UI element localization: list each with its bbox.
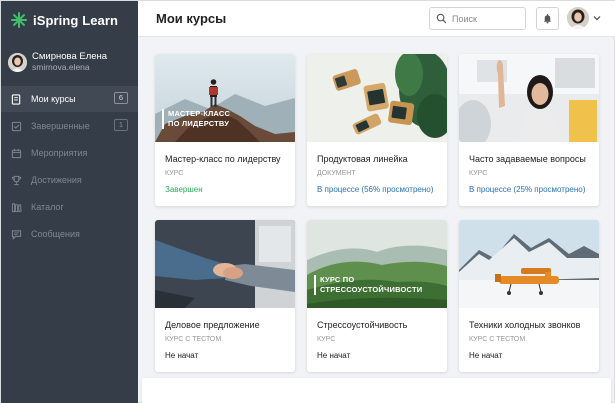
book-icon — [11, 93, 22, 105]
top-header: Мои курсы — [138, 1, 615, 37]
course-status: Не начат — [317, 351, 351, 360]
course-type: Курс — [165, 170, 184, 177]
course-cover-business-proposal — [155, 220, 295, 308]
course-title: Продуктовая линейка — [317, 154, 408, 164]
notifications-button[interactable] — [536, 7, 559, 30]
course-type: Курс с тестом — [165, 336, 222, 343]
sidebar-item-my-courses[interactable]: Мои курсы 6 — [1, 86, 138, 112]
avatar — [567, 7, 589, 29]
course-status: Завершен — [165, 185, 203, 194]
course-card[interactable]: Деловое предложение Курс с тестом Не нач… — [155, 220, 295, 372]
course-card[interactable]: Часто задаваемые вопросы Курс В процессе… — [459, 54, 599, 206]
chevron-down-icon — [593, 16, 601, 21]
course-type: Курс с тестом — [469, 336, 526, 343]
search-icon — [436, 13, 447, 24]
sidebar-item-achievements[interactable]: Достижения — [1, 167, 138, 193]
course-status: Не начат — [165, 351, 199, 360]
cover-caption: Курс по стрессоустойчивости — [314, 275, 424, 295]
sidebar-item-label: Мои курсы — [31, 94, 76, 104]
course-title: Деловое предложение — [165, 320, 260, 330]
course-cover-leadership: Мастер-класс по лидерству — [155, 54, 295, 142]
sidebar-item-label: Достижения — [31, 175, 82, 185]
checklist-icon — [11, 121, 22, 132]
course-card[interactable]: Продуктовая линейка Документ В процессе … — [307, 54, 447, 206]
user-name: Смирнова Елена — [32, 51, 108, 62]
profile-menu[interactable] — [567, 7, 601, 29]
search-box[interactable] — [429, 7, 526, 30]
course-type: Курс — [469, 170, 488, 177]
sidebar-item-label: Сообщения — [31, 229, 80, 239]
course-card[interactable]: Техники холодных звонков Курс с тестом Н… — [459, 220, 599, 372]
trophy-icon — [11, 175, 22, 186]
count-badge: 1 — [114, 119, 128, 131]
course-status: В процессе (25% просмотрено) — [469, 185, 586, 194]
user-profile[interactable]: Смирнова Елена smirnova.elena — [8, 51, 107, 73]
course-grid: Мастер-класс по лидерству Мастер-класс п… — [138, 38, 615, 403]
sidebar-item-completed[interactable]: Завершенные 1 — [1, 113, 138, 139]
sidebar-item-events[interactable]: Мероприятия — [1, 140, 138, 166]
course-title: Часто задаваемые вопросы — [469, 154, 586, 164]
calendar-icon — [11, 148, 22, 159]
bell-icon — [543, 14, 552, 24]
user-login: smirnova.elena — [32, 62, 90, 72]
course-cover-faq — [459, 54, 599, 142]
course-type: Документ — [317, 170, 356, 177]
course-card[interactable]: Мастер-класс по лидерству Мастер-класс п… — [155, 54, 295, 206]
cover-caption: Мастер-класс по лидерству — [162, 109, 242, 129]
course-cover-cold-calls — [459, 220, 599, 308]
content-footer-panel — [142, 378, 611, 403]
sidebar-item-label: Завершенные — [31, 121, 90, 131]
page-title: Мои курсы — [156, 11, 227, 26]
course-status: В процессе (56% просмотрено) — [317, 185, 434, 194]
library-icon — [11, 202, 22, 213]
sidebar-item-label: Каталог — [31, 202, 64, 212]
app-name: iSpring Learn — [33, 12, 119, 28]
sidebar: iSpring Learn Смирнова Елена smirnova.el… — [1, 1, 138, 403]
course-status: Не начат — [469, 351, 503, 360]
course-title: Мастер-класс по лидерству — [165, 154, 281, 164]
count-badge: 6 — [114, 92, 128, 104]
course-cover-stress: Курс по стрессоустойчивости — [307, 220, 447, 308]
app-logo[interactable]: iSpring Learn — [11, 10, 118, 30]
message-icon — [11, 229, 22, 240]
sidebar-item-messages[interactable]: Сообщения — [1, 221, 138, 247]
course-card[interactable]: Курс по стрессоустойчивости Стрессоустой… — [307, 220, 447, 372]
avatar — [8, 52, 27, 72]
course-title: Стрессоустойчивость — [317, 320, 408, 330]
search-input[interactable] — [452, 13, 522, 24]
sidebar-nav: Мои курсы 6 Завершенные 1 Мероприятия До… — [1, 86, 138, 248]
app-window: iSpring Learn Смирнова Елена smirnova.el… — [0, 0, 615, 403]
logo-icon — [11, 12, 27, 28]
sidebar-item-label: Мероприятия — [31, 148, 88, 158]
course-cover-products — [307, 54, 447, 142]
sidebar-item-catalog[interactable]: Каталог — [1, 194, 138, 220]
course-title: Техники холодных звонков — [469, 320, 581, 330]
course-type: Курс — [317, 336, 336, 343]
